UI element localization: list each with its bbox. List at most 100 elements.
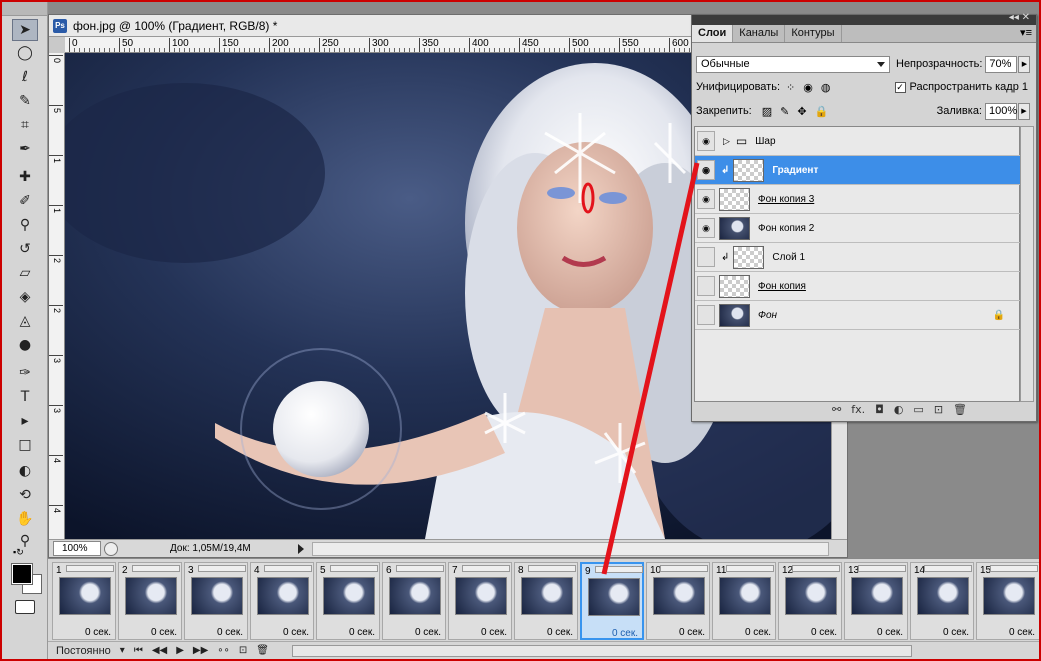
first-frame-icon[interactable]: ⏮ [134,645,143,656]
animation-frame[interactable]: 13 0 сек. [844,562,908,640]
brush-tool-icon[interactable]: ✐ [12,190,38,212]
blur-tool-icon[interactable]: ◬ [12,310,38,332]
lock-pixels-icon[interactable]: ✎ [780,105,789,118]
frame-delay[interactable]: 0 сек. [1009,627,1035,638]
mask-icon[interactable]: ◘ [875,403,884,416]
frame-delay[interactable]: 0 сек. [877,627,903,638]
tween-icon[interactable]: ∘∘ [217,645,230,656]
rectangle-tool-icon[interactable]: □ [12,434,38,456]
frame-delay[interactable]: 0 сек. [283,627,309,638]
animation-frame[interactable]: 5 0 сек. [316,562,380,640]
quick-mask-icon[interactable] [15,600,35,614]
blend-mode-select[interactable]: Обычные [696,55,890,73]
animation-frame[interactable]: 1 0 сек. [52,562,116,640]
next-frame-icon[interactable]: ▶▶ [193,645,208,656]
expand-group-icon[interactable]: ▷ [723,136,730,147]
history-brush-tool-icon[interactable]: ↺ [12,238,38,260]
folder-icon[interactable]: ▭ [913,403,923,416]
propagate-frame[interactable]: ✓ Распространить кадр 1 [894,81,1028,93]
visibility-eye-icon[interactable] [697,276,715,296]
move-tool-icon[interactable]: ➤ [12,19,38,41]
tab-paths[interactable]: Контуры [785,25,842,42]
layer-row[interactable]: Фон копия [695,272,1021,301]
status-info-icon[interactable] [104,541,118,556]
frame-delay[interactable]: 0 сек. [481,627,507,638]
horizontal-scrollbar[interactable] [312,541,829,556]
animation-frame[interactable]: 15 0 сек. [976,562,1039,640]
animation-frame[interactable]: 3 0 сек. [184,562,248,640]
unify-visibility-icon[interactable]: ◉ [803,81,813,94]
fx-icon[interactable]: fx. [851,403,865,416]
fill-slider-icon[interactable]: ▶ [1018,102,1030,120]
duplicate-frame-icon[interactable]: ⊡ [239,645,247,656]
vertical-ruler[interactable]: 0 5 1 1 2 2 3 3 4 4 [49,53,65,539]
trash-icon[interactable]: 🗑 [953,403,967,416]
visibility-eye-icon[interactable]: ◉ [697,218,715,238]
loop-select[interactable]: Постоянно [56,645,111,657]
default-colors-icon[interactable]: ▪↻ [13,547,24,558]
frame-delay[interactable]: 0 сек. [679,627,705,638]
frame-delay[interactable]: 0 сек. [85,627,111,638]
crop-tool-icon[interactable]: ⌗ [12,114,38,136]
status-menu-arrow-icon[interactable] [298,543,304,554]
collapse-panel-icon[interactable]: ◂◂ ✕ [1009,12,1030,23]
foreground-color-swatch[interactable] [11,563,33,585]
animation-frame[interactable]: 14 0 сек. [910,562,974,640]
visibility-eye-icon[interactable]: ◉ [697,160,715,180]
layers-scrollbar[interactable] [1020,126,1034,402]
frame-delay[interactable]: 0 сек. [943,627,969,638]
quick-select-tool-icon[interactable]: ✎ [12,90,38,112]
healing-brush-tool-icon[interactable]: ✚ [12,166,38,188]
layer-row[interactable]: ◉ Фон копия 3 [695,185,1021,214]
animation-frame[interactable]: 10 0 сек. [646,562,710,640]
hand-tool-icon[interactable]: ✋ [12,508,38,530]
frame-delay[interactable]: 0 сек. [217,627,243,638]
fill-field[interactable]: 100% [985,102,1017,120]
link-icon[interactable]: ⚯ [832,403,841,416]
visibility-eye-icon[interactable] [697,247,715,267]
adjustment-icon[interactable]: ◐ [894,403,904,416]
clone-stamp-tool-icon[interactable]: ⚲ [12,214,38,236]
lock-position-icon[interactable]: ✥ [797,105,806,118]
lock-transparent-icon[interactable]: ▨ [762,105,772,118]
type-tool-icon[interactable]: T [12,386,38,408]
animation-frame[interactable]: 8 0 сек. [514,562,578,640]
delete-frame-icon[interactable]: 🗑 [256,645,269,656]
frame-delay[interactable]: 0 сек. [811,627,837,638]
frame-delay[interactable]: 0 сек. [547,627,573,638]
eraser-tool-icon[interactable]: ▱ [12,262,38,284]
dodge-tool-icon[interactable]: ● [12,334,38,356]
unify-style-icon[interactable]: ◍ [821,81,831,94]
layer-row[interactable]: Фон 🔒 [695,301,1021,330]
frame-delay[interactable]: 0 сек. [151,627,177,638]
path-selection-tool-icon[interactable]: ▸ [12,410,38,432]
pen-tool-icon[interactable]: ✑ [12,362,38,384]
menu-icon[interactable]: ▾≡ [1016,25,1036,42]
frame-delay[interactable]: 0 сек. [349,627,375,638]
tools-panel-grip[interactable] [2,2,47,16]
animation-frame[interactable]: 4 0 сек. [250,562,314,640]
frame-delay[interactable]: 0 сек. [745,627,771,638]
unify-position-icon[interactable]: ⁘ [786,81,795,94]
opacity-field[interactable]: 70% [985,55,1018,73]
visibility-eye-icon[interactable] [697,305,715,325]
layer-row[interactable]: ◉ Фон копия 2 [695,214,1021,243]
layer-row[interactable]: ◉ ▷ ▭ Шар [695,127,1021,156]
paint-bucket-tool-icon[interactable]: ◈ [12,286,38,308]
tab-layers[interactable]: Слои [692,25,734,42]
marquee-tool-icon[interactable]: ◯ [12,42,38,64]
animation-frame-selected[interactable]: 9 0 сек. [580,562,644,640]
visibility-eye-icon[interactable]: ◉ [697,189,715,209]
frame-delay[interactable]: 0 сек. [612,628,638,639]
layer-row-selected[interactable]: ◉ ↲ Градиент [695,156,1021,185]
frame-delay[interactable]: 0 сек. [415,627,441,638]
layer-row[interactable]: ↲ Слой 1 [695,243,1021,272]
opacity-slider-icon[interactable]: ▶ [1018,55,1031,73]
animation-frame[interactable]: 12 0 сек. [778,562,842,640]
propagate-checkbox[interactable]: ✓ [894,81,906,93]
tab-channels[interactable]: Каналы [733,25,786,42]
frames-scrollbar[interactable] [291,644,912,657]
animation-frame[interactable]: 2 0 сек. [118,562,182,640]
animation-frame[interactable]: 7 0 сек. [448,562,512,640]
lock-all-icon[interactable]: 🔒 [815,105,829,118]
